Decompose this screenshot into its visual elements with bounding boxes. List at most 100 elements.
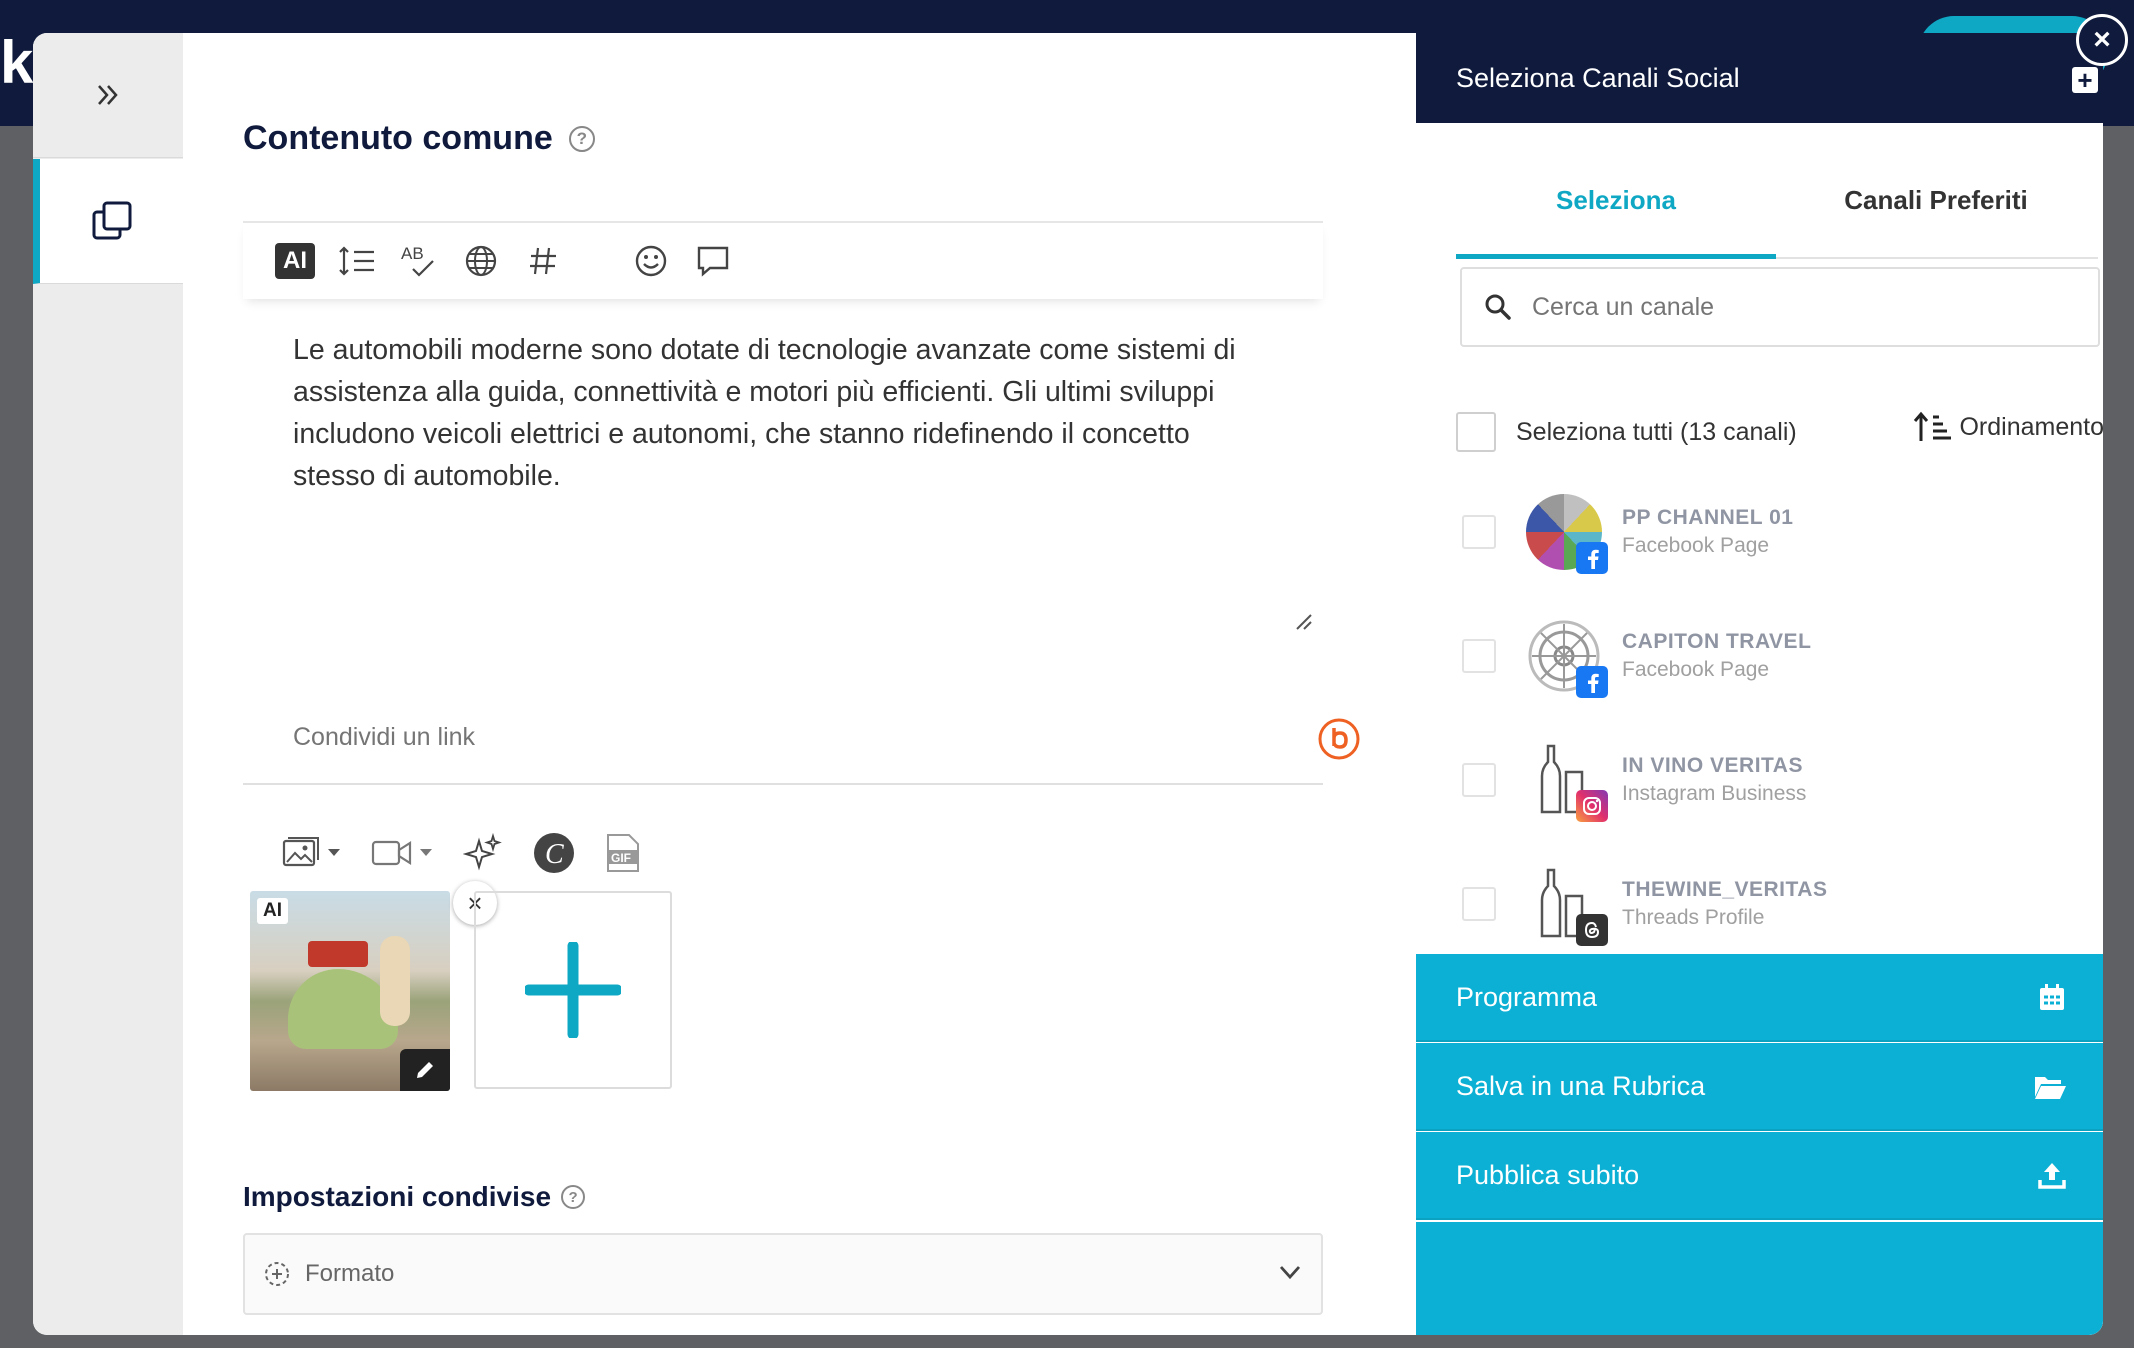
sort-label: Ordinamento — [1959, 412, 2103, 441]
pencil-icon — [417, 1062, 433, 1078]
plus-icon — [525, 942, 621, 1038]
channel-search-input[interactable] — [1532, 292, 2072, 322]
threads-icon — [1576, 914, 1608, 946]
text-toolbar: AI AB — [243, 221, 1323, 299]
spellcheck-button[interactable]: AB — [399, 241, 439, 281]
help-icon[interactable]: ? — [568, 125, 595, 152]
channels-panel-header: Seleziona Canali Social + — [1416, 33, 2103, 123]
save-to-rubric-button[interactable]: Salva in una Rubrica — [1416, 1043, 2103, 1131]
canva-letter: C — [545, 839, 564, 870]
formato-label: Formato — [305, 1260, 395, 1287]
common-content-tab[interactable] — [33, 159, 183, 284]
upload-icon — [2038, 1163, 2066, 1189]
gif-text: GIF — [611, 851, 631, 865]
spellcheck-icon: AB — [401, 244, 434, 277]
select-all-checkbox[interactable] — [1456, 412, 1496, 452]
search-icon — [1485, 294, 1511, 320]
help-icon[interactable]: ? — [561, 1185, 586, 1209]
post-text-area[interactable]: Le automobili moderne sono dotate di tec… — [293, 329, 1263, 497]
resize-handle-icon[interactable] — [1293, 611, 1313, 631]
add-image-button[interactable] — [281, 835, 341, 871]
sort-button[interactable]: Ordinamento — [1913, 411, 2103, 443]
expand-rail-button[interactable] — [33, 33, 183, 158]
channel-info: THEWINE_VERITAS Threads Profile — [1622, 878, 1827, 930]
channel-avatar — [1526, 618, 1608, 698]
background-logo: k — [0, 29, 34, 96]
publish-now-button[interactable]: Pubblica subito — [1416, 1132, 2103, 1220]
sparkles-icon — [463, 833, 502, 871]
add-channel-button[interactable]: + — [2072, 67, 2098, 93]
video-camera-icon — [371, 840, 412, 866]
hashtag-button[interactable] — [523, 241, 563, 281]
channel-info: PP CHANNEL 01 Facebook Page — [1622, 506, 1793, 558]
instagram-icon — [1576, 790, 1608, 822]
channel-item[interactable]: THEWINE_VERITAS Threads Profile — [1462, 859, 2082, 949]
thumbnail-person — [380, 936, 410, 1026]
channel-name: IN VINO VERITAS — [1622, 754, 1803, 777]
close-modal-button[interactable]: × — [2076, 14, 2128, 66]
gif-button[interactable]: GIF — [605, 832, 641, 874]
comment-icon — [697, 246, 729, 277]
channel-info: CAPITON TRAVEL Facebook Page — [1622, 630, 1811, 682]
edit-image-button[interactable] — [400, 1049, 450, 1091]
schedule-button[interactable]: Programma — [1416, 954, 2103, 1042]
save-to-rubric-label: Salva in una Rubrica — [1456, 1070, 1706, 1101]
globe-icon — [465, 245, 497, 277]
tab-seleziona[interactable]: Seleziona — [1456, 185, 1776, 216]
caret-down-icon — [328, 849, 340, 856]
channel-avatar — [1526, 866, 1608, 946]
channel-item[interactable]: PP CHANNEL 01 Facebook Page — [1462, 487, 2082, 577]
caret-down-icon — [420, 849, 432, 856]
channels-panel-title: Seleziona Canali Social — [1456, 62, 1740, 93]
select-all-row: Seleziona tutti (13 canali) Ordinamento — [1456, 411, 2103, 453]
add-video-button[interactable] — [371, 838, 433, 868]
channel-checkbox[interactable] — [1462, 763, 1496, 797]
channel-tabs: Seleziona Canali Preferiti — [1456, 143, 2098, 259]
ai-generated-badge: AI — [257, 898, 288, 924]
spellcheck-ab-text: AB — [401, 244, 424, 263]
facebook-icon — [1576, 542, 1608, 574]
add-media-button[interactable] — [474, 891, 672, 1089]
media-thumbnail[interactable]: AI — [250, 891, 450, 1091]
editor-panel: Contenuto comune ? AI AB Le automobili m… — [183, 33, 1416, 1335]
channel-item[interactable]: CAPITON TRAVEL Facebook Page — [1462, 611, 2082, 701]
shared-settings-title: Impostazioni condivise — [243, 1181, 552, 1212]
translate-button[interactable] — [461, 241, 501, 281]
channels-panel: Seleziona Canali Social + Seleziona Cana… — [1416, 33, 2103, 1335]
emoji-button[interactable] — [631, 241, 671, 281]
active-tab-indicator — [1456, 254, 1776, 259]
folder-open-icon — [2035, 1077, 2066, 1099]
line-spacing-icon — [339, 246, 374, 276]
publish-now-label: Pubblica subito — [1456, 1159, 1640, 1190]
bitly-icon[interactable] — [1317, 717, 1361, 761]
editor-title-row: Contenuto comune ? — [243, 119, 595, 158]
channel-info: IN VINO VERITAS Instagram Business — [1622, 754, 1806, 806]
page-title: Contenuto comune — [243, 119, 553, 157]
channel-checkbox[interactable] — [1462, 887, 1496, 921]
hashtag-icon — [530, 247, 556, 275]
channel-item[interactable]: IN VINO VERITAS Instagram Business — [1462, 735, 2082, 825]
channel-type: Threads Profile — [1622, 906, 1765, 929]
ai-assistant-button[interactable]: AI — [275, 241, 315, 281]
comment-button[interactable] — [693, 241, 733, 281]
channel-name: THEWINE_VERITAS — [1622, 878, 1828, 901]
channel-search — [1460, 267, 2100, 347]
calendar-icon — [2040, 984, 2064, 1010]
chevron-down-icon — [1279, 1266, 1301, 1280]
formato-dropdown[interactable]: Formato — [243, 1233, 1323, 1315]
channel-checkbox[interactable] — [1462, 639, 1496, 673]
schedule-label: Programma — [1456, 981, 1598, 1012]
sort-icon — [1914, 411, 1952, 441]
line-spacing-button[interactable] — [337, 241, 377, 281]
canva-icon: C — [534, 833, 574, 873]
canva-button[interactable]: C — [533, 832, 575, 874]
ai-icon: AI — [275, 243, 315, 279]
channel-avatar — [1526, 494, 1608, 574]
double-chevron-right-icon — [98, 85, 118, 105]
share-link-input[interactable] — [293, 723, 1193, 752]
ai-image-button[interactable] — [463, 833, 503, 873]
select-all-label[interactable]: Seleziona tutti (13 canali) — [1516, 418, 1797, 447]
tab-canali-preferiti[interactable]: Canali Preferiti — [1776, 185, 2096, 216]
channel-checkbox[interactable] — [1462, 515, 1496, 549]
channel-avatar — [1526, 742, 1608, 822]
